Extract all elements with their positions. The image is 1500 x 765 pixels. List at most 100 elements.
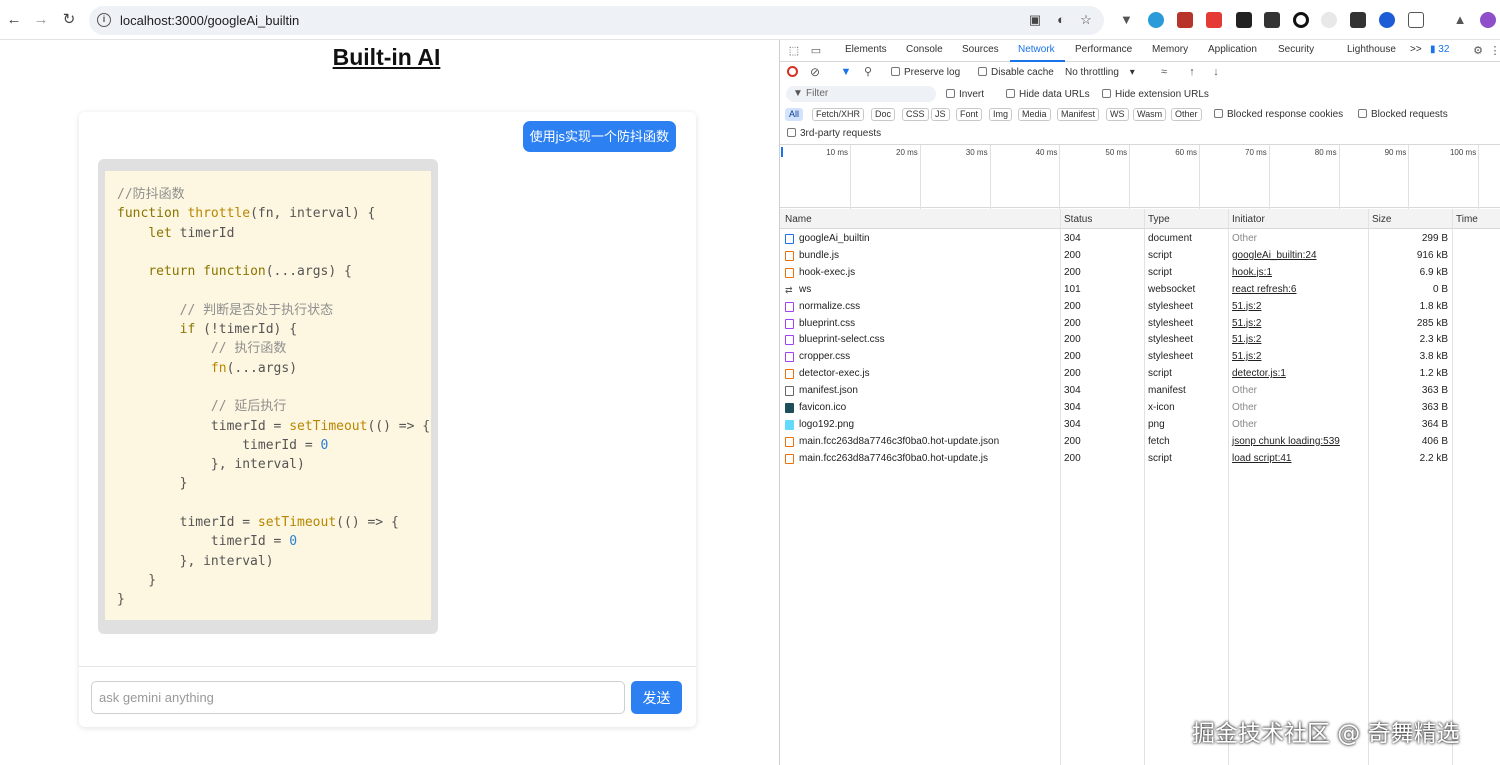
type-filter-fetchxhr[interactable]: Fetch/XHR: [812, 108, 865, 121]
extension-fe-icon[interactable]: [1206, 12, 1222, 28]
extension-stack-icon[interactable]: [1350, 12, 1366, 28]
import-har-icon[interactable]: ↑: [1186, 66, 1198, 78]
record-stop-icon[interactable]: [787, 66, 798, 77]
filter-input[interactable]: ▼ Filter: [786, 86, 936, 102]
blocked-requests-checkbox[interactable]: Blocked requests: [1358, 109, 1448, 120]
type-filter-other[interactable]: Other: [1171, 108, 1202, 121]
type-filter-css[interactable]: CSS: [902, 108, 929, 121]
preserve-log-checkbox[interactable]: Preserve log: [891, 67, 960, 78]
request-initiator[interactable]: 51.js:2: [1232, 351, 1261, 362]
column-header-name[interactable]: Name: [785, 214, 812, 225]
request-initiator[interactable]: load script:41: [1232, 453, 1291, 464]
table-row[interactable]: favicon.ico 304 x-icon Other 363 B: [780, 399, 1500, 416]
disable-cache-checkbox[interactable]: Disable cache: [978, 67, 1054, 78]
extension-red-icon[interactable]: [1177, 12, 1193, 28]
extension-square-icon[interactable]: [1236, 12, 1252, 28]
network-conditions-icon[interactable]: ≈: [1158, 66, 1170, 78]
extension-dark-icon[interactable]: [1264, 12, 1280, 28]
tab-console[interactable]: Console: [906, 44, 943, 55]
filter-funnel-icon[interactable]: ▼: [840, 66, 852, 78]
tab-elements[interactable]: Elements: [845, 44, 887, 55]
extension-ghost-icon[interactable]: [1321, 12, 1337, 28]
table-row[interactable]: detector-exec.js 200 script detector.js:1 1.…: [780, 365, 1500, 382]
inspect-element-icon[interactable]: ⬚: [788, 45, 800, 57]
request-initiator[interactable]: 51.js:2: [1232, 334, 1261, 345]
column-header-time[interactable]: Time: [1456, 214, 1478, 225]
tab-application[interactable]: Application: [1208, 44, 1257, 55]
table-row[interactable]: cropper.css 200 stylesheet 51.js:2 3.8 kB: [780, 348, 1500, 365]
search-icon[interactable]: ⚲: [862, 66, 874, 78]
request-initiator[interactable]: hook.js:1: [1232, 267, 1272, 278]
table-row[interactable]: googleAi_builtin 304 document Other 299 B: [780, 230, 1500, 247]
column-header-status[interactable]: Status: [1064, 214, 1092, 225]
bookmark-star-icon[interactable]: ☆: [1079, 13, 1093, 27]
profile-avatar[interactable]: [1480, 12, 1496, 28]
type-filter-doc[interactable]: Doc: [871, 108, 896, 121]
back-icon[interactable]: ←: [4, 10, 24, 30]
table-row[interactable]: main.fcc263d8a7746c3f0ba0.hot-update.js 2…: [780, 450, 1500, 467]
table-row[interactable]: logo192.png 304 png Other 364 B: [780, 416, 1500, 433]
column-header-size[interactable]: Size: [1372, 214, 1391, 225]
reload-icon[interactable]: ↻: [59, 10, 79, 30]
type-filter-wasm[interactable]: Wasm: [1133, 108, 1167, 121]
column-header-type[interactable]: Type: [1148, 214, 1170, 225]
network-timeline-overview[interactable]: 10 ms 20 ms 30 ms 40 ms 50 ms 60 ms 70 ms 80 ms…: [780, 144, 1500, 209]
table-row[interactable]: manifest.json 304 manifest Other 363 B: [780, 382, 1500, 399]
tab-network[interactable]: Network: [1018, 44, 1055, 55]
tab-memory[interactable]: Memory: [1152, 44, 1188, 55]
tab-sources[interactable]: Sources: [962, 44, 999, 55]
throttling-select[interactable]: No throttling ▾: [1065, 67, 1135, 78]
issues-counter[interactable]: ▮ 32: [1430, 44, 1449, 55]
device-toolbar-icon[interactable]: ▭: [810, 45, 822, 57]
blocked-response-cookies-checkbox[interactable]: Blocked response cookies: [1214, 109, 1343, 120]
extension-v-icon[interactable]: ▼: [1120, 12, 1136, 28]
request-name: cropper.css: [799, 351, 851, 363]
tab-lighthouse[interactable]: Lighthouse: [1347, 44, 1396, 55]
type-filter-media[interactable]: Media: [1018, 108, 1051, 121]
invert-checkbox[interactable]: Invert: [946, 89, 984, 100]
extension-ai-icon[interactable]: [1379, 12, 1395, 28]
table-row[interactable]: bundle.js 200 script googleAi_builtin:24 916…: [780, 247, 1500, 264]
chat-input[interactable]: [91, 681, 625, 714]
type-filter-img[interactable]: Img: [989, 108, 1013, 121]
cast-icon[interactable]: ▣: [1028, 13, 1042, 27]
table-row[interactable]: hook-exec.js 200 script hook.js:1 6.9 kB: [780, 264, 1500, 281]
clear-icon[interactable]: ⊘: [809, 66, 821, 78]
table-row[interactable]: ⇄ ws 101 websocket react refresh:6 0 B: [780, 281, 1500, 298]
type-filter-all[interactable]: All: [785, 108, 804, 121]
request-status: 200: [1064, 351, 1081, 363]
extensions-puzzle-icon[interactable]: [1408, 12, 1424, 28]
lens-icon[interactable]: ◐: [1054, 13, 1068, 27]
export-har-icon[interactable]: ↓: [1210, 66, 1222, 78]
forward-icon[interactable]: →: [31, 10, 51, 30]
labs-flask-icon[interactable]: ▲: [1452, 12, 1468, 28]
hide-extension-urls-checkbox[interactable]: Hide extension URLs: [1102, 89, 1209, 100]
type-filter-font[interactable]: Font: [956, 108, 983, 121]
settings-gear-icon[interactable]: ⚙: [1472, 45, 1484, 57]
table-row[interactable]: blueprint-select.css 200 stylesheet 51.js:2…: [780, 331, 1500, 348]
request-initiator[interactable]: react refresh:6: [1232, 284, 1296, 295]
tab-performance[interactable]: Performance: [1075, 44, 1132, 55]
address-bar[interactable]: i localhost:3000/googleAi_builtin ▣ ◐ ☆: [89, 6, 1104, 35]
table-row[interactable]: normalize.css 200 stylesheet 51.js:2 1.8 kB: [780, 298, 1500, 315]
type-filter-manifest[interactable]: Manifest: [1057, 108, 1100, 121]
more-options-icon[interactable]: ⋮: [1489, 45, 1500, 57]
request-initiator[interactable]: jsonp chunk loading:539: [1232, 436, 1340, 447]
send-button[interactable]: 发送: [631, 681, 682, 714]
more-tabs-button[interactable]: >>: [1410, 44, 1422, 55]
hide-data-urls-checkbox[interactable]: Hide data URLs: [1006, 89, 1090, 100]
type-filter-js[interactable]: JS: [931, 108, 950, 121]
extension-ring-icon[interactable]: [1293, 12, 1309, 28]
extension-globe-icon[interactable]: [1148, 12, 1164, 28]
tab-security[interactable]: Security: [1278, 44, 1314, 55]
third-party-checkbox[interactable]: 3rd-party requests: [787, 128, 881, 139]
request-initiator[interactable]: 51.js:2: [1232, 318, 1261, 329]
request-initiator[interactable]: googleAi_builtin:24: [1232, 250, 1317, 261]
type-filter-ws[interactable]: WS: [1106, 108, 1129, 121]
table-row[interactable]: blueprint.css 200 stylesheet 51.js:2 285 kB: [780, 315, 1500, 332]
site-info-icon[interactable]: i: [97, 13, 111, 27]
request-initiator[interactable]: detector.js:1: [1232, 368, 1286, 379]
table-row[interactable]: main.fcc263d8a7746c3f0ba0.hot-update.jso…: [780, 433, 1500, 450]
request-initiator[interactable]: 51.js:2: [1232, 301, 1261, 312]
column-header-initiator[interactable]: Initiator: [1232, 214, 1265, 225]
